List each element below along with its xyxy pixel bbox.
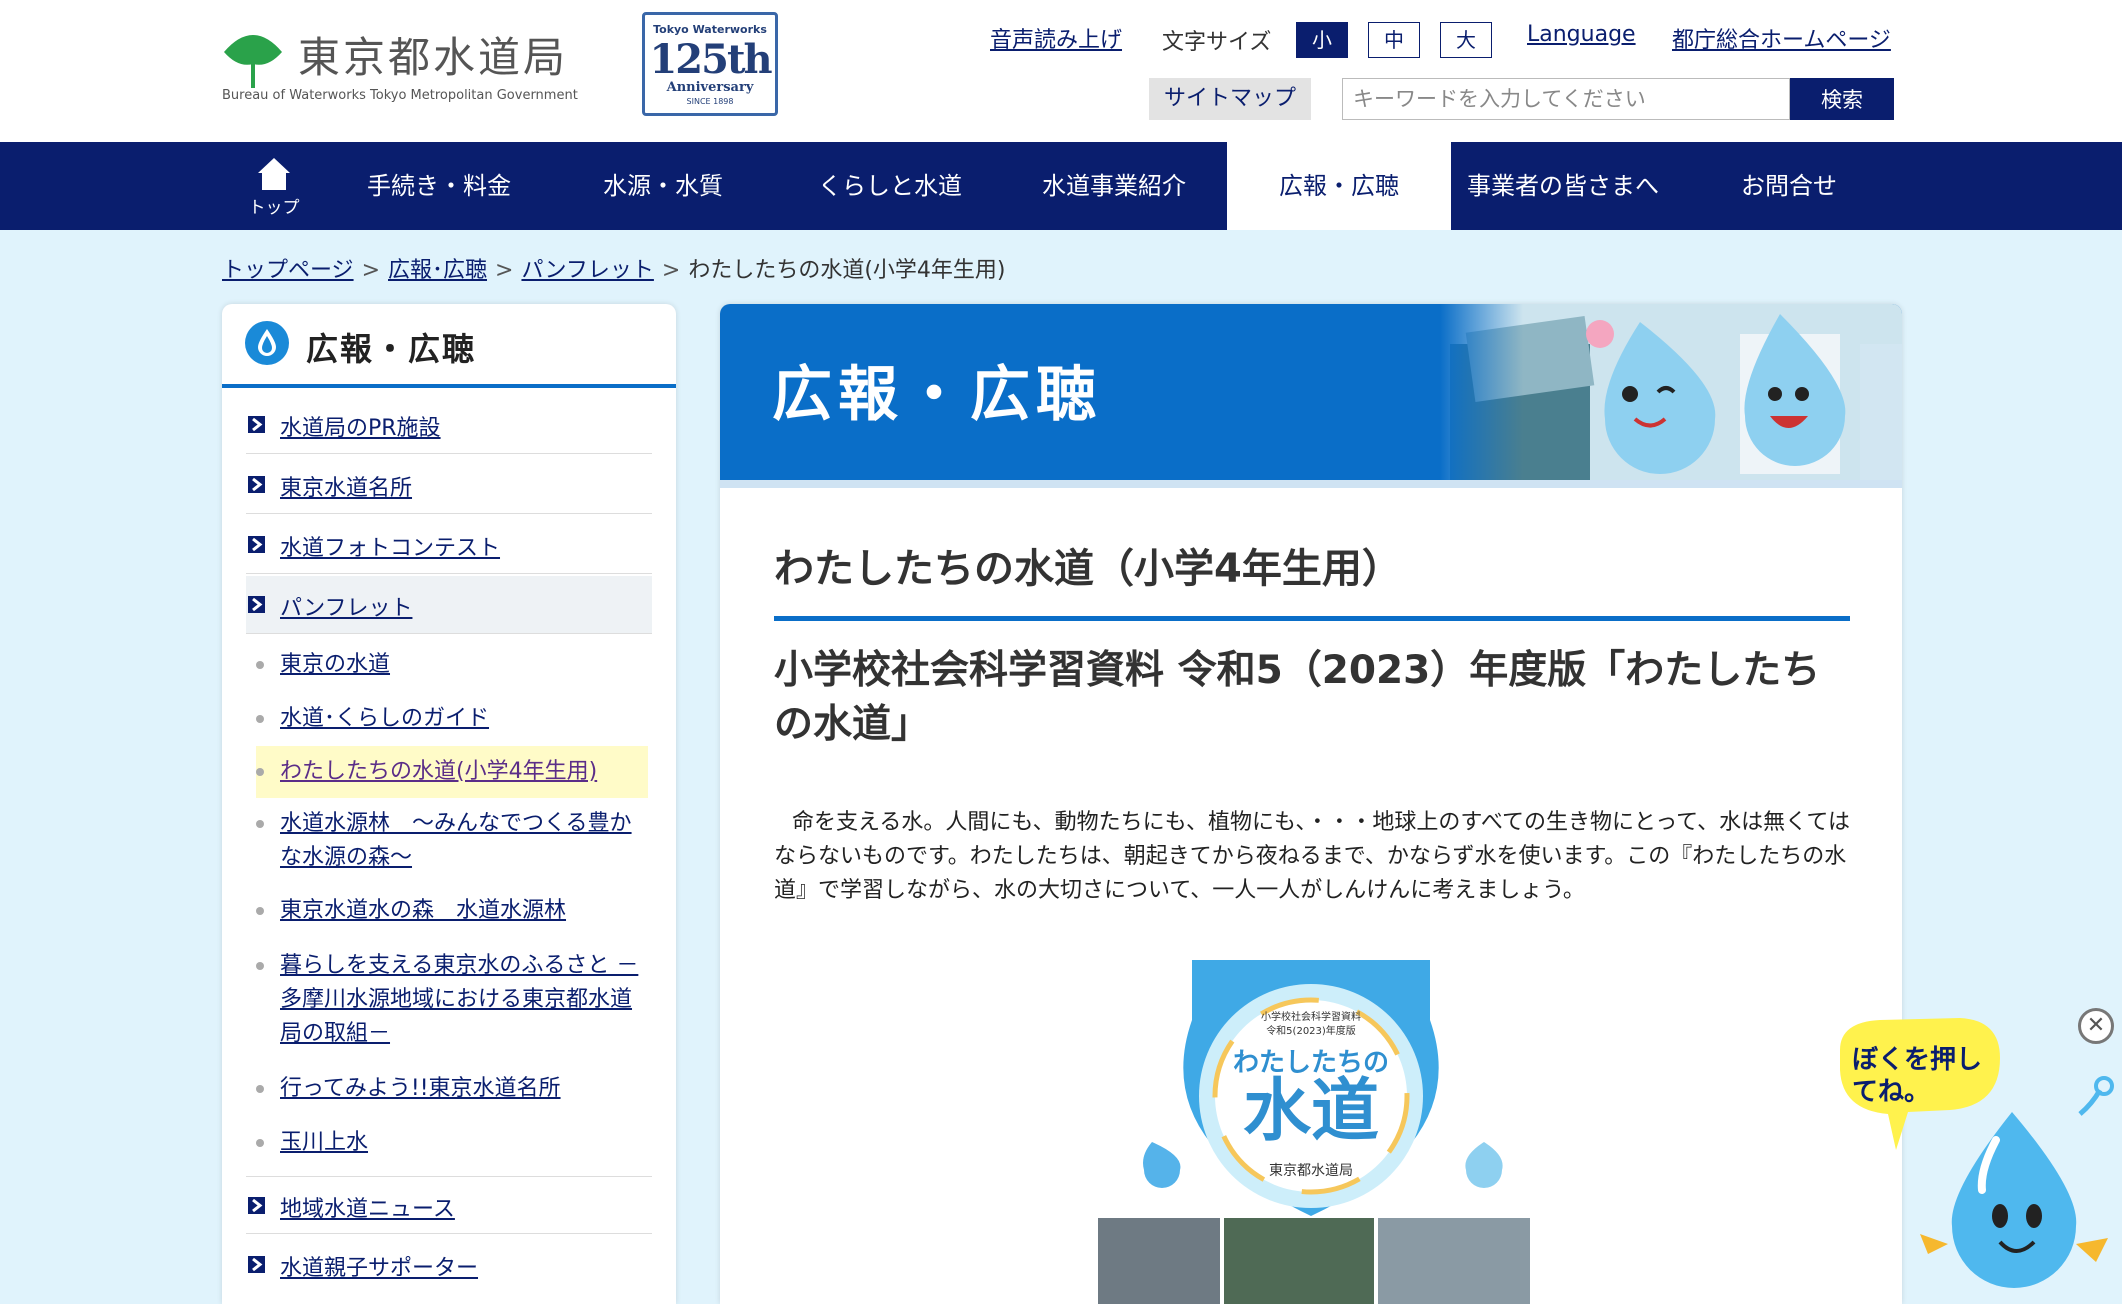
font-size-small-button[interactable]: 小 — [1296, 22, 1348, 58]
font-size-large-button[interactable]: 大 — [1440, 22, 1492, 58]
nav-business-intro[interactable]: 水道事業紹介 — [1022, 142, 1206, 230]
sidebar-item-pamphlet[interactable]: パンフレット — [246, 576, 652, 634]
site-header: 東京都水道局 Bureau of Waterworks Tokyo Metrop… — [0, 0, 2122, 142]
sidebar-item-family-supporter[interactable]: 水道親子サポーター — [246, 1236, 652, 1294]
metro-home-link[interactable]: 都庁総合ホームページ — [1672, 22, 1891, 54]
arrow-right-icon — [248, 596, 265, 613]
sidebar-item-photo-contest[interactable]: 水道フォトコンテスト — [246, 516, 652, 574]
breadcrumb: トップページ > 広報･広聴 > パンフレット > わたしたちの水道(小学4年生用) — [222, 258, 1006, 283]
sidebar-item-label[interactable]: 東京水道名所 — [280, 470, 412, 502]
breadcrumb-top[interactable]: トップページ — [222, 258, 354, 283]
sidebar-subitem-our-water-current[interactable]: わたしたちの水道(小学4年生用) — [256, 746, 648, 798]
sidebar-subitem-watershed-forest[interactable]: 水道水源林 ～みんなでつくる豊かな水源の森～ — [256, 807, 648, 875]
sidebar-header: 広報・広聴 — [222, 304, 676, 388]
sidebar-item-label[interactable]: 水道フォトコンテスト — [280, 530, 500, 562]
breadcrumb-current: わたしたちの水道(小学4年生用) — [688, 258, 1006, 283]
global-nav: トップ 手続き・料金 水源・水質 くらしと水道 水道事業紹介 広報・広聴 事業者… — [0, 142, 2122, 230]
nav-public-relations[interactable]: 広報・広聴 — [1227, 142, 1451, 230]
breadcrumb-pamphlet[interactable]: パンフレット — [521, 258, 653, 283]
sidebar-item-regional-news[interactable]: 地域水道ニュース — [246, 1176, 652, 1234]
sidebar-item-famous-sites[interactable]: 東京水道名所 — [246, 456, 652, 514]
arrow-right-icon — [248, 536, 265, 553]
sidebar-item-label[interactable]: 水道親子サポーター — [280, 1250, 478, 1282]
arrow-right-icon — [248, 1256, 265, 1273]
sidebar-title: 広報・広聴 — [306, 330, 477, 368]
mascot-bubble-text: ぼくを押してね。 — [1852, 1045, 1983, 1107]
nav-home-label: トップ — [248, 198, 300, 218]
sidebar-subitem-tamagawa-josui[interactable]: 玉川上水 — [256, 1126, 648, 1160]
main-content: 広報・広聴 わたしたちの水道（小学4年生用） 小学校社会科学習資料 令和5（20… — [720, 304, 1902, 1304]
font-size-medium-button[interactable]: 中 — [1368, 22, 1420, 58]
page-title: わたしたちの水道（小学4年生用） — [774, 536, 1850, 621]
close-icon[interactable]: ✕ — [2078, 1008, 2114, 1044]
sidebar-subitem-life-guide[interactable]: 水道･くらしのガイド — [256, 702, 648, 736]
mascot-photo — [1440, 304, 1902, 480]
site-logo[interactable]: 東京都水道局 Bureau of Waterworks Tokyo Metrop… — [222, 24, 592, 104]
pamphlet-cover[interactable]: 小学校社会科学習資料 令和5(2023)年度版 わたしたちの 水道 東京都水道局 — [1092, 960, 1530, 1304]
bullet-icon — [256, 661, 264, 669]
cover-title-big: 水道 — [1242, 1072, 1379, 1151]
nav-water-source[interactable]: 水源・水質 — [570, 142, 756, 230]
arrow-right-icon — [248, 476, 265, 493]
language-link[interactable]: Language — [1527, 22, 1636, 47]
nav-home[interactable]: トップ — [234, 142, 314, 230]
cover-caption-small: 小学校社会科学習資料 — [1261, 1012, 1361, 1023]
sidebar-subitem-water-forest[interactable]: 東京水道水の森 水道水源林 — [256, 894, 648, 928]
nav-for-businesses[interactable]: 事業者の皆さまへ — [1451, 142, 1675, 230]
section-title: 小学校社会科学習資料 令和5（2023）年度版「わたしたちの水道」 — [774, 648, 1821, 747]
speech-reading-link[interactable]: 音声読み上げ — [990, 22, 1122, 54]
breadcrumb-pr[interactable]: 広報･広聴 — [388, 258, 487, 283]
ginkgo-leaf-icon — [224, 35, 282, 88]
water-drop-icon — [245, 321, 289, 365]
mascot-widget[interactable]: ぼくを押してね。 — [1830, 1010, 2122, 1288]
search-button[interactable]: 検索 — [1790, 78, 1894, 120]
bullet-icon — [256, 1085, 264, 1093]
bullet-icon — [256, 907, 264, 915]
arrow-right-icon — [248, 1197, 265, 1214]
font-size-label: 文字サイズ — [1162, 30, 1272, 55]
lead-paragraph: 命を支える水。人間にも、動物たちにも、植物にも、・・・地球上のすべての生き物にと… — [774, 810, 1850, 903]
arrow-right-icon — [248, 416, 265, 433]
logo-subtitle: Bureau of Waterworks Tokyo Metropolitan … — [222, 88, 578, 103]
cover-publisher: 東京都水道局 — [1269, 1163, 1353, 1179]
anniversary-badge: Tokyo Waterworks 125th Anniversary SINCE… — [642, 12, 778, 116]
sidebar-item-label[interactable]: 地域水道ニュース — [280, 1191, 455, 1223]
sidebar-item-pr-facilities[interactable]: 水道局のPR施設 — [246, 396, 652, 454]
bullet-icon — [256, 962, 264, 970]
section-banner: 広報・広聴 — [720, 304, 1902, 480]
sidebar-subitem-tama-river[interactable]: 暮らしを支える東京水のふるさと －多摩川水源地域における東京都水道局の取組－ — [256, 949, 648, 1051]
nav-contact[interactable]: お問合せ — [1724, 142, 1854, 230]
search-input[interactable] — [1342, 78, 1790, 120]
banner-title: 広報・広聴 — [772, 360, 1102, 430]
cover-caption-year: 令和5(2023)年度版 — [1266, 1026, 1356, 1037]
sidebar-subitem-tokyo-water[interactable]: 東京の水道 — [256, 648, 648, 682]
sitemap-button[interactable]: サイトマップ — [1149, 78, 1311, 120]
sidebar-item-label[interactable]: 水道局のPR施設 — [280, 410, 441, 442]
bullet-icon — [256, 820, 264, 828]
logo-title: 東京都水道局 — [298, 33, 569, 82]
bullet-icon — [256, 715, 264, 723]
nav-life-and-water[interactable]: くらしと水道 — [790, 142, 990, 230]
bullet-icon — [256, 1139, 264, 1147]
bullet-icon — [256, 768, 264, 776]
sidebar: 広報・広聴 水道局のPR施設 東京水道名所 水道フォトコンテスト パンフレット … — [222, 304, 676, 1304]
home-icon — [258, 158, 290, 190]
sidebar-subitem-lets-visit[interactable]: 行ってみよう!!東京水道名所 — [256, 1072, 648, 1106]
sidebar-item-label[interactable]: パンフレット — [280, 590, 412, 622]
nav-procedures[interactable]: 手続き・料金 — [344, 142, 534, 230]
